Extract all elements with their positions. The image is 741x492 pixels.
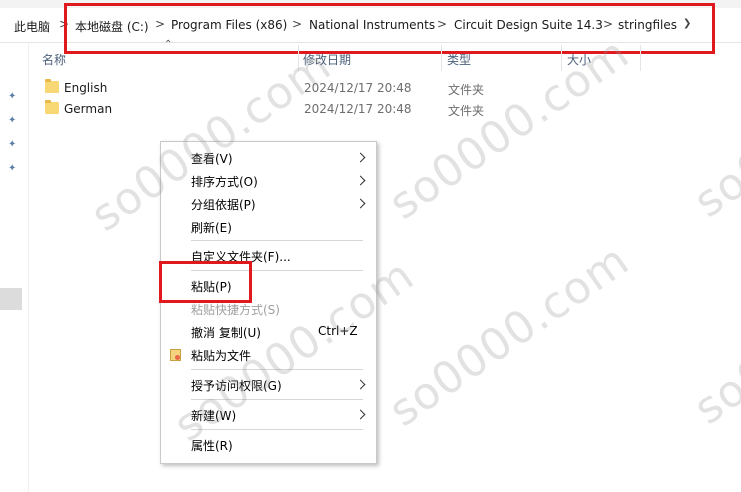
menu-shortcut-undo: Ctrl+Z (318, 324, 358, 338)
menu-item-undo-copy[interactable]: 撤消 复制(U) (191, 324, 261, 341)
watermark-text: so0000.com (380, 234, 639, 437)
navigation-pane[interactable]: ✦ ✦ ✦ ✦ (0, 43, 29, 492)
chevron-right-icon (355, 175, 366, 186)
column-header-size[interactable]: 大小 (567, 51, 591, 68)
folder-icon (45, 79, 59, 93)
menu-separator (191, 369, 363, 370)
file-row[interactable]: German 2024/12/17 20:48 文件夹 (40, 100, 600, 120)
pin-icon[interactable]: ✦ (8, 163, 18, 175)
paste-as-file-icon (170, 349, 181, 361)
column-header-type[interactable]: 类型 (447, 51, 471, 68)
menu-separator (191, 399, 363, 400)
pin-icon[interactable]: ✦ (8, 91, 18, 103)
watermark-text: so0000.com (685, 232, 741, 435)
file-modified: 2024/12/17 20:48 (304, 81, 412, 95)
column-header-name[interactable]: 名称 (42, 51, 66, 68)
column-divider[interactable] (561, 45, 562, 71)
nav-item-selected[interactable] (0, 288, 22, 310)
pin-icon[interactable]: ✦ (8, 139, 18, 151)
file-type: 文件夹 (448, 83, 485, 97)
menu-separator (191, 240, 363, 241)
column-divider[interactable] (441, 45, 442, 71)
highlight-box-paste (159, 261, 252, 303)
menu-item-grant-access[interactable]: 授予访问权限(G) (191, 377, 282, 394)
column-divider[interactable] (640, 45, 641, 71)
menu-item-new[interactable]: 新建(W) (191, 407, 236, 424)
file-name: German (64, 102, 113, 116)
menu-item-paste-shortcut: 粘贴快捷方式(S) (191, 303, 280, 317)
sort-ascending-icon: ⌃ (164, 39, 173, 50)
column-header-modified[interactable]: 修改日期 (303, 51, 351, 68)
menu-item-sort[interactable]: 排序方式(O) (191, 173, 258, 190)
menu-item-group[interactable]: 分组依据(P) (191, 196, 256, 213)
menu-item-view[interactable]: 查看(V) (191, 150, 233, 167)
file-type: 文件夹 (448, 104, 485, 118)
file-name: English (64, 81, 108, 95)
menu-item-paste-as-file[interactable]: 粘贴为文件 (191, 347, 251, 364)
chevron-right-icon (355, 198, 366, 209)
chevron-right-icon (355, 152, 366, 163)
menu-separator (191, 429, 363, 430)
menu-item-refresh[interactable]: 刷新(E) (191, 219, 232, 236)
file-modified: 2024/12/17 20:48 (304, 102, 412, 116)
column-header-row: ⌃ 名称 修改日期 类型 大小 (28, 39, 741, 73)
menu-item-properties[interactable]: 属性(R) (191, 437, 233, 454)
column-divider[interactable] (298, 45, 299, 71)
pin-icon[interactable]: ✦ (8, 115, 18, 127)
chevron-right-icon (355, 409, 366, 420)
breadcrumb-this-pc[interactable]: 此电脑 (14, 18, 50, 35)
chevron-right-icon (355, 379, 366, 390)
folder-icon (45, 100, 59, 114)
file-row[interactable]: English 2024/12/17 20:48 文件夹 (40, 79, 600, 99)
